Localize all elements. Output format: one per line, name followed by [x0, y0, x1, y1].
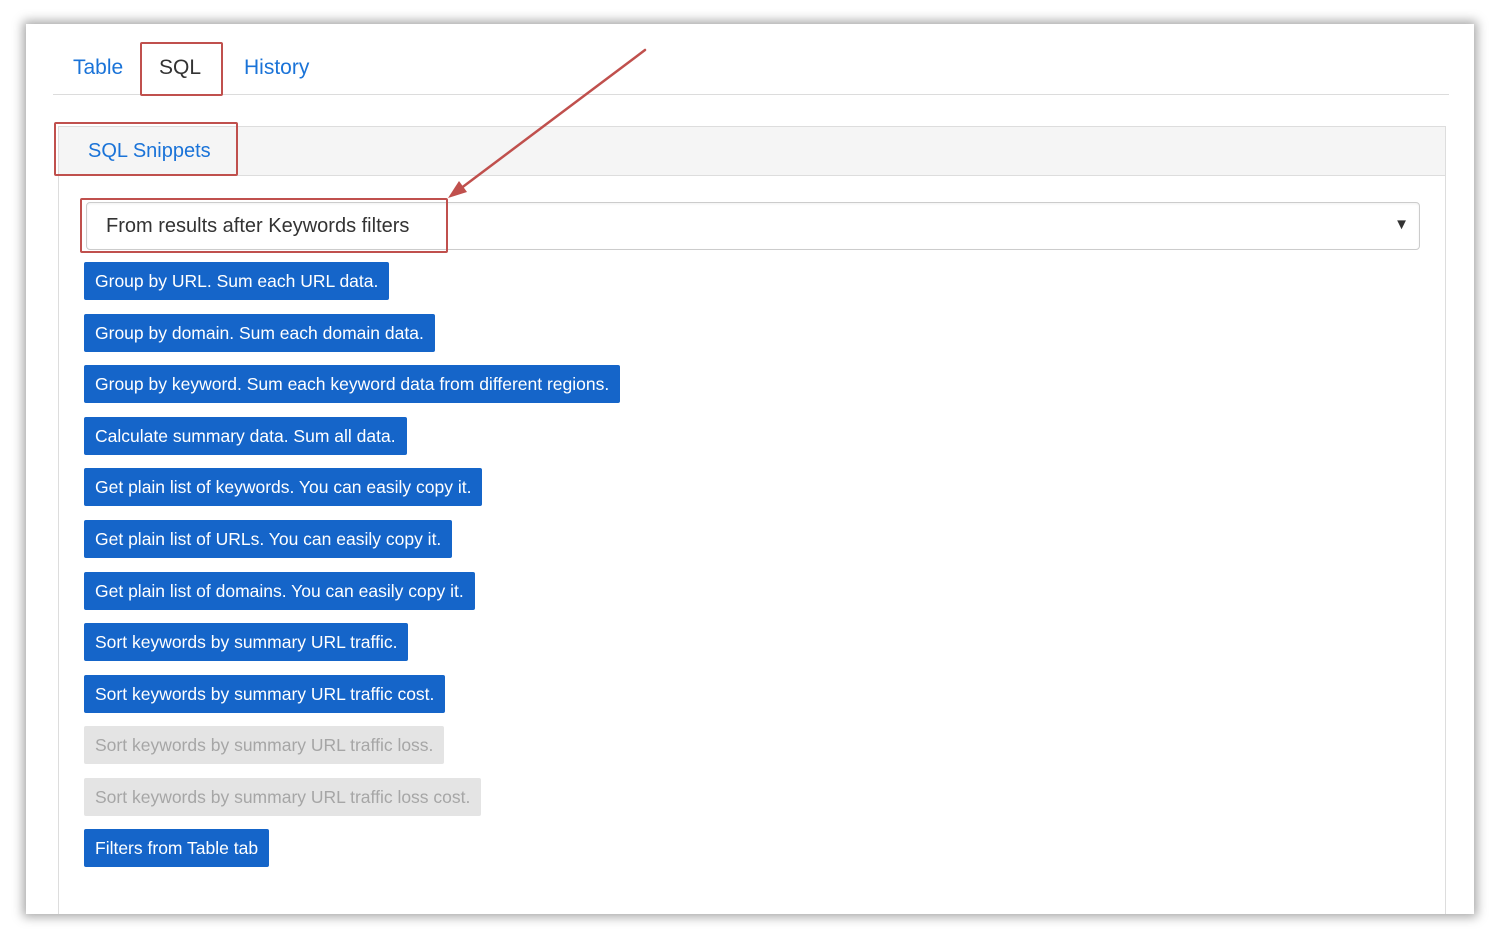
tab-sql-snippets[interactable]: SQL Snippets: [88, 127, 211, 175]
snippet-button-sort-traffic[interactable]: Sort keywords by summary URL traffic.: [84, 623, 409, 661]
snippet-button-sort-traffic-cost[interactable]: Sort keywords by summary URL traffic cos…: [84, 675, 446, 713]
snippet-button-list-domains[interactable]: Get plain list of domains. You can easil…: [84, 572, 475, 610]
tab-history[interactable]: History: [244, 44, 309, 94]
snippet-button-list-urls[interactable]: Get plain list of URLs. You can easily c…: [84, 520, 453, 558]
snippet-button-group-by-url[interactable]: Group by URL. Sum each URL data.: [84, 262, 390, 300]
app-window: Table SQL History SQL Snippets From resu…: [26, 24, 1474, 914]
snippet-button-group-by-keyword[interactable]: Group by keyword. Sum each keyword data …: [84, 365, 621, 403]
snippet-button-sort-traffic-loss-cost: Sort keywords by summary URL traffic los…: [84, 778, 482, 816]
snippet-button-summary-data[interactable]: Calculate summary data. Sum all data.: [84, 417, 407, 455]
tab-bar: Table SQL History: [53, 44, 1449, 95]
tab-table[interactable]: Table: [73, 44, 123, 94]
source-select[interactable]: From results after Keywords filters ▼: [86, 202, 1420, 250]
snippet-button-group-by-domain[interactable]: Group by domain. Sum each domain data.: [84, 314, 435, 352]
snippet-button-list-keywords[interactable]: Get plain list of keywords. You can easi…: [84, 468, 483, 506]
source-select-value: From results after Keywords filters: [106, 215, 410, 237]
snippet-button-filters-from-table[interactable]: Filters from Table tab: [84, 829, 270, 867]
snippet-button-sort-traffic-loss: Sort keywords by summary URL traffic los…: [84, 726, 445, 764]
caret-down-icon: ▼: [1394, 216, 1409, 233]
tab-sql[interactable]: SQL: [139, 44, 221, 94]
panel-header: SQL Snippets: [59, 127, 1445, 176]
